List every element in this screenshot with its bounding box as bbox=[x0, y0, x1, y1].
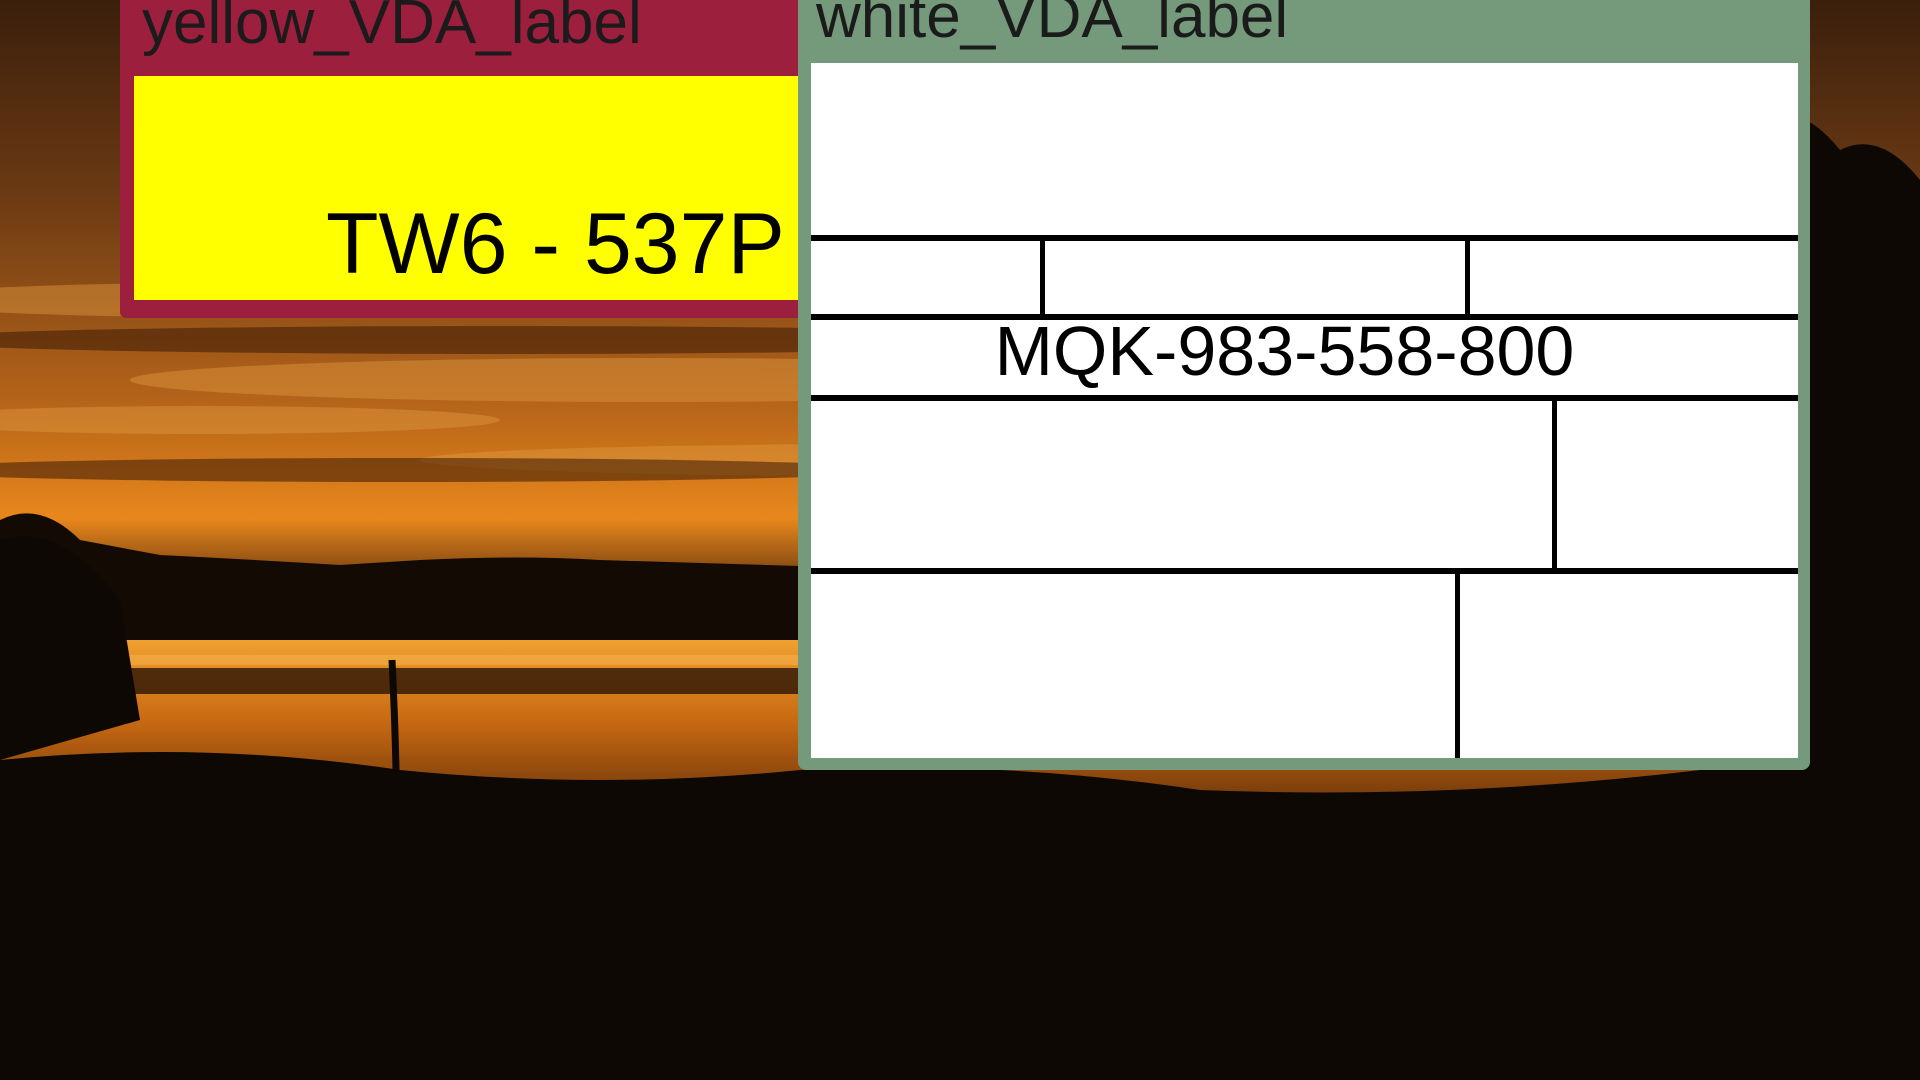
white-label-form: MQK-983-558-800 bbox=[811, 63, 1798, 758]
form-divider bbox=[1465, 235, 1470, 317]
form-divider bbox=[1040, 235, 1045, 317]
form-divider bbox=[811, 235, 1798, 241]
window-title[interactable]: yellow_VDA_label bbox=[142, 0, 642, 60]
yellow-vda-label-window[interactable]: yellow_VDA_label TW6 - 537P bbox=[120, 0, 820, 318]
yellow-label-canvas: TW6 - 537P bbox=[134, 76, 820, 300]
form-divider bbox=[1552, 395, 1557, 571]
label-code-text: MQK-983-558-800 bbox=[994, 312, 1575, 390]
window-title[interactable]: white_VDA_label bbox=[816, 0, 1288, 54]
form-divider bbox=[1455, 568, 1460, 758]
desktop: yellow_VDA_label TW6 - 537P white_VDA_la… bbox=[0, 0, 1920, 1080]
form-divider bbox=[811, 568, 1798, 574]
plate-number-text: TW6 - 537P bbox=[326, 196, 785, 292]
white-vda-label-window[interactable]: white_VDA_label MQK-983-558-800 bbox=[798, 0, 1810, 770]
form-divider bbox=[811, 395, 1798, 401]
